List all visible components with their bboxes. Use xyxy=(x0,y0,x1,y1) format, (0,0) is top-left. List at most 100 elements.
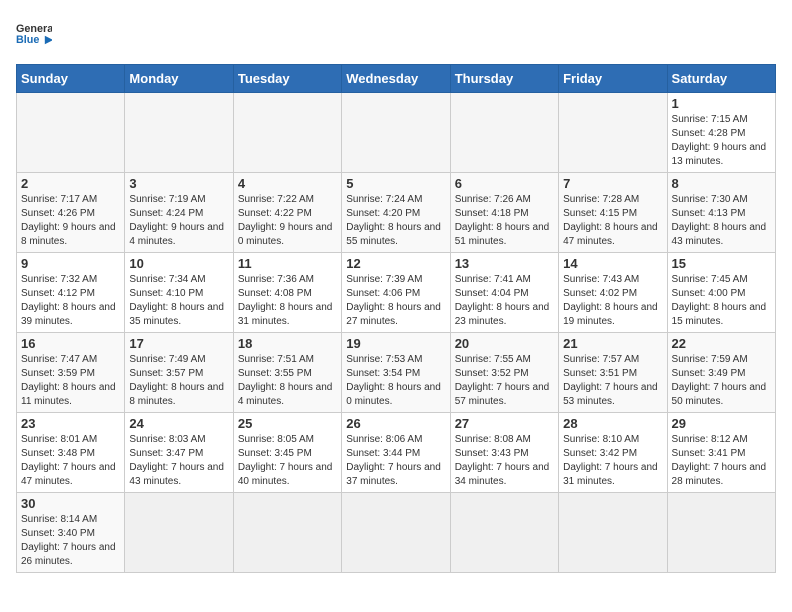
calendar-day-cell: 30 Sunrise: 8:14 AM Sunset: 3:40 PM Dayli… xyxy=(17,493,125,573)
calendar-day-cell xyxy=(667,493,775,573)
day-sun-info: Sunrise: 7:47 AM Sunset: 3:59 PM Dayligh… xyxy=(21,353,120,409)
calendar-day-cell: 16 Sunrise: 7:47 AM Sunset: 3:59 PM Dayli… xyxy=(17,333,125,413)
calendar-day-cell: 21 Sunrise: 7:57 AM Sunset: 3:51 PM Dayli… xyxy=(559,333,667,413)
calendar-day-cell: 8 Sunrise: 7:30 AM Sunset: 4:13 PM Daylig… xyxy=(667,173,775,253)
day-number: 23 xyxy=(21,416,120,431)
day-sun-info: Sunrise: 7:39 AM Sunset: 4:06 PM Dayligh… xyxy=(346,273,445,329)
calendar-day-cell xyxy=(125,93,233,173)
day-number: 3 xyxy=(129,176,228,191)
logo: General Blue xyxy=(16,16,52,52)
calendar-day-cell: 17 Sunrise: 7:49 AM Sunset: 3:57 PM Dayli… xyxy=(125,333,233,413)
calendar-week-row: 9Sunrise: 7:32 AM Sunset: 4:12 PM Daylig… xyxy=(17,253,776,333)
day-sun-info: Sunrise: 7:41 AM Sunset: 4:04 PM Dayligh… xyxy=(455,273,554,329)
day-sun-info: Sunrise: 7:22 AM Sunset: 4:22 PM Dayligh… xyxy=(238,193,337,249)
calendar-day-cell xyxy=(233,93,341,173)
day-sun-info: Sunrise: 8:12 AM Sunset: 3:41 PM Dayligh… xyxy=(672,433,771,489)
day-sun-info: Sunrise: 7:49 AM Sunset: 3:57 PM Dayligh… xyxy=(129,353,228,409)
calendar-day-cell: 28 Sunrise: 8:10 AM Sunset: 3:42 PM Dayli… xyxy=(559,413,667,493)
calendar-day-cell: 7Sunrise: 7:28 AM Sunset: 4:15 PM Daylig… xyxy=(559,173,667,253)
day-sun-info: Sunrise: 7:19 AM Sunset: 4:24 PM Dayligh… xyxy=(129,193,228,249)
calendar-day-cell: 10 Sunrise: 7:34 AM Sunset: 4:10 PM Dayli… xyxy=(125,253,233,333)
day-sun-info: Sunrise: 7:36 AM Sunset: 4:08 PM Dayligh… xyxy=(238,273,337,329)
day-sun-info: Sunrise: 8:10 AM Sunset: 3:42 PM Dayligh… xyxy=(563,433,662,489)
calendar-day-cell xyxy=(559,493,667,573)
day-number: 26 xyxy=(346,416,445,431)
calendar-day-cell: 20 Sunrise: 7:55 AM Sunset: 3:52 PM Dayli… xyxy=(450,333,558,413)
header: General Blue xyxy=(16,16,776,52)
calendar-day-cell: 2 Sunrise: 7:17 AM Sunset: 4:26 PM Daylig… xyxy=(17,173,125,253)
day-number: 21 xyxy=(563,336,662,351)
calendar-day-cell: 22 Sunrise: 7:59 AM Sunset: 3:49 PM Dayli… xyxy=(667,333,775,413)
day-sun-info: Sunrise: 8:08 AM Sunset: 3:43 PM Dayligh… xyxy=(455,433,554,489)
day-number: 29 xyxy=(672,416,771,431)
calendar-day-cell xyxy=(17,93,125,173)
calendar-week-row: 1 Sunrise: 7:15 AM Sunset: 4:28 PM Daylig… xyxy=(17,93,776,173)
day-of-week-header: Tuesday xyxy=(233,65,341,93)
day-number: 1 xyxy=(672,96,771,111)
day-number: 16 xyxy=(21,336,120,351)
calendar-day-cell: 1 Sunrise: 7:15 AM Sunset: 4:28 PM Daylig… xyxy=(667,93,775,173)
day-sun-info: Sunrise: 8:14 AM Sunset: 3:40 PM Dayligh… xyxy=(21,513,120,569)
calendar-day-cell: 29 Sunrise: 8:12 AM Sunset: 3:41 PM Dayli… xyxy=(667,413,775,493)
day-number: 20 xyxy=(455,336,554,351)
calendar-day-cell xyxy=(450,93,558,173)
calendar-day-cell: 11Sunrise: 7:36 AM Sunset: 4:08 PM Dayli… xyxy=(233,253,341,333)
day-number: 27 xyxy=(455,416,554,431)
calendar-day-cell: 23Sunrise: 8:01 AM Sunset: 3:48 PM Dayli… xyxy=(17,413,125,493)
day-number: 12 xyxy=(346,256,445,271)
day-of-week-header: Sunday xyxy=(17,65,125,93)
day-number: 25 xyxy=(238,416,337,431)
day-sun-info: Sunrise: 7:51 AM Sunset: 3:55 PM Dayligh… xyxy=(238,353,337,409)
calendar-day-cell: 25 Sunrise: 8:05 AM Sunset: 3:45 PM Dayli… xyxy=(233,413,341,493)
calendar-week-row: 2 Sunrise: 7:17 AM Sunset: 4:26 PM Daylig… xyxy=(17,173,776,253)
day-number: 9 xyxy=(21,256,120,271)
day-sun-info: Sunrise: 7:53 AM Sunset: 3:54 PM Dayligh… xyxy=(346,353,445,409)
day-number: 15 xyxy=(672,256,771,271)
calendar-day-cell: 26 Sunrise: 8:06 AM Sunset: 3:44 PM Dayli… xyxy=(342,413,450,493)
day-sun-info: Sunrise: 7:30 AM Sunset: 4:13 PM Dayligh… xyxy=(672,193,771,249)
day-sun-info: Sunrise: 7:34 AM Sunset: 4:10 PM Dayligh… xyxy=(129,273,228,329)
day-number: 24 xyxy=(129,416,228,431)
day-sun-info: Sunrise: 8:06 AM Sunset: 3:44 PM Dayligh… xyxy=(346,433,445,489)
calendar-day-cell: 14Sunrise: 7:43 AM Sunset: 4:02 PM Dayli… xyxy=(559,253,667,333)
day-sun-info: Sunrise: 7:28 AM Sunset: 4:15 PM Dayligh… xyxy=(563,193,662,249)
day-number: 14 xyxy=(563,256,662,271)
day-of-week-header: Monday xyxy=(125,65,233,93)
day-number: 17 xyxy=(129,336,228,351)
calendar-day-cell xyxy=(342,493,450,573)
day-sun-info: Sunrise: 8:05 AM Sunset: 3:45 PM Dayligh… xyxy=(238,433,337,489)
day-of-week-header: Friday xyxy=(559,65,667,93)
day-sun-info: Sunrise: 7:57 AM Sunset: 3:51 PM Dayligh… xyxy=(563,353,662,409)
calendar-day-cell xyxy=(125,493,233,573)
day-sun-info: Sunrise: 7:59 AM Sunset: 3:49 PM Dayligh… xyxy=(672,353,771,409)
calendar-day-cell: 13Sunrise: 7:41 AM Sunset: 4:04 PM Dayli… xyxy=(450,253,558,333)
svg-text:General: General xyxy=(16,23,52,35)
general-blue-logo-icon: General Blue xyxy=(16,16,52,52)
day-number: 19 xyxy=(346,336,445,351)
day-number: 8 xyxy=(672,176,771,191)
day-sun-info: Sunrise: 7:24 AM Sunset: 4:20 PM Dayligh… xyxy=(346,193,445,249)
day-of-week-header: Wednesday xyxy=(342,65,450,93)
day-sun-info: Sunrise: 7:45 AM Sunset: 4:00 PM Dayligh… xyxy=(672,273,771,329)
day-sun-info: Sunrise: 7:55 AM Sunset: 3:52 PM Dayligh… xyxy=(455,353,554,409)
day-sun-info: Sunrise: 7:15 AM Sunset: 4:28 PM Dayligh… xyxy=(672,113,771,169)
calendar-day-cell xyxy=(559,93,667,173)
day-number: 2 xyxy=(21,176,120,191)
calendar-day-cell: 3 Sunrise: 7:19 AM Sunset: 4:24 PM Daylig… xyxy=(125,173,233,253)
day-number: 22 xyxy=(672,336,771,351)
day-sun-info: Sunrise: 7:17 AM Sunset: 4:26 PM Dayligh… xyxy=(21,193,120,249)
day-number: 10 xyxy=(129,256,228,271)
calendar-day-cell: 19 Sunrise: 7:53 AM Sunset: 3:54 PM Dayli… xyxy=(342,333,450,413)
calendar-day-cell xyxy=(342,93,450,173)
day-number: 18 xyxy=(238,336,337,351)
calendar-day-cell: 12 Sunrise: 7:39 AM Sunset: 4:06 PM Dayli… xyxy=(342,253,450,333)
day-number: 6 xyxy=(455,176,554,191)
day-number: 30 xyxy=(21,496,120,511)
calendar-day-cell: 4Sunrise: 7:22 AM Sunset: 4:22 PM Daylig… xyxy=(233,173,341,253)
calendar-day-cell xyxy=(233,493,341,573)
day-number: 28 xyxy=(563,416,662,431)
svg-text:Blue: Blue xyxy=(16,34,39,46)
calendar-week-row: 16 Sunrise: 7:47 AM Sunset: 3:59 PM Dayli… xyxy=(17,333,776,413)
day-number: 5 xyxy=(346,176,445,191)
day-of-week-header: Thursday xyxy=(450,65,558,93)
